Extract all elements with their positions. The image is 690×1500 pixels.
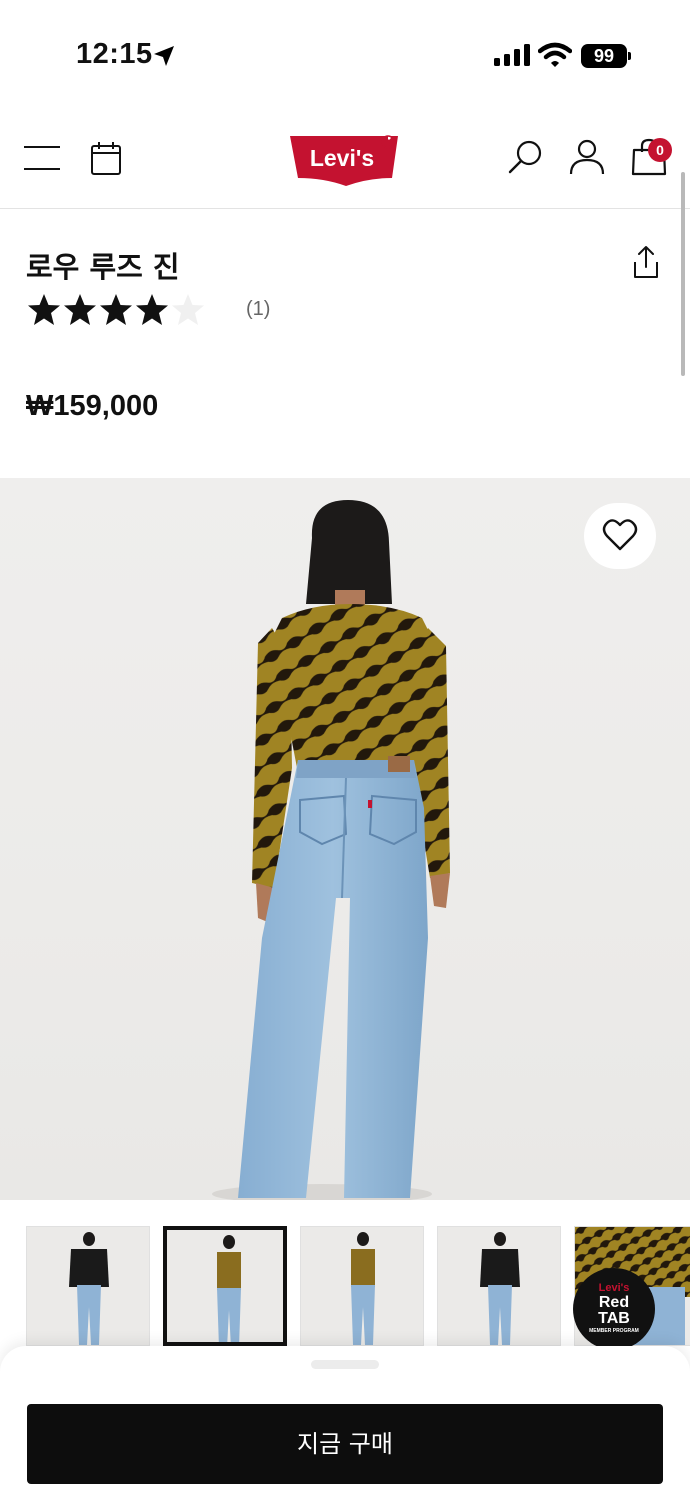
star-empty-icon [172, 294, 204, 325]
sheet-grabber[interactable] [311, 1360, 379, 1369]
wifi-icon [538, 42, 572, 67]
product-thumbnail[interactable] [26, 1226, 150, 1346]
product-thumbnail[interactable] [437, 1226, 561, 1346]
heart-icon [602, 519, 638, 551]
star-filled-icon [64, 294, 96, 325]
product-main-image[interactable] [0, 478, 690, 1200]
status-bar: 12:15 99 [0, 0, 690, 110]
product-thumbnail[interactable] [300, 1226, 424, 1346]
site-header: Levi's R 0 [0, 110, 690, 209]
page-scrollbar[interactable] [681, 172, 685, 376]
search-icon[interactable] [507, 138, 545, 176]
badge-brand: Levi's [598, 1282, 630, 1294]
status-time: 12:15 [76, 38, 153, 70]
hamburger-icon-line [24, 168, 60, 170]
product-title: 로우 루즈 진 [26, 250, 180, 284]
location-arrow-icon [154, 46, 174, 66]
star-filled-icon [100, 294, 132, 325]
star-filled-icon [136, 294, 168, 325]
hamburger-icon [24, 146, 60, 148]
buy-now-button[interactable]: 지금 구매 [27, 1404, 663, 1484]
red-tab-member-badge[interactable]: Levi's Red TAB MEMBER PROGRAM [573, 1268, 655, 1350]
menu-button[interactable] [24, 143, 60, 173]
cellular-signal-icon [494, 44, 530, 66]
badge-member-program: MEMBER PROGRAM [589, 1328, 639, 1334]
bottom-sheet: 지금 구매 [0, 1346, 690, 1500]
cart-count-badge: 0 [648, 138, 672, 162]
battery-indicator: 99 [581, 44, 627, 68]
wishlist-button[interactable] [584, 503, 656, 569]
review-count[interactable]: (1) [246, 298, 270, 321]
star-rating[interactable] [26, 290, 206, 330]
logo-text: Levi's [310, 145, 374, 171]
calendar-icon[interactable] [90, 140, 122, 176]
product-price: ₩159,000 [26, 390, 159, 422]
badge-tab: TAB [598, 1310, 630, 1327]
star-filled-icon [28, 294, 60, 325]
account-icon[interactable] [568, 138, 606, 176]
product-thumbnail[interactable] [163, 1226, 287, 1346]
levis-logo[interactable]: Levi's R [288, 132, 404, 188]
svg-text:R: R [385, 138, 392, 148]
model-photo [212, 500, 450, 1200]
share-icon[interactable] [632, 245, 660, 279]
battery-tip [628, 52, 631, 60]
